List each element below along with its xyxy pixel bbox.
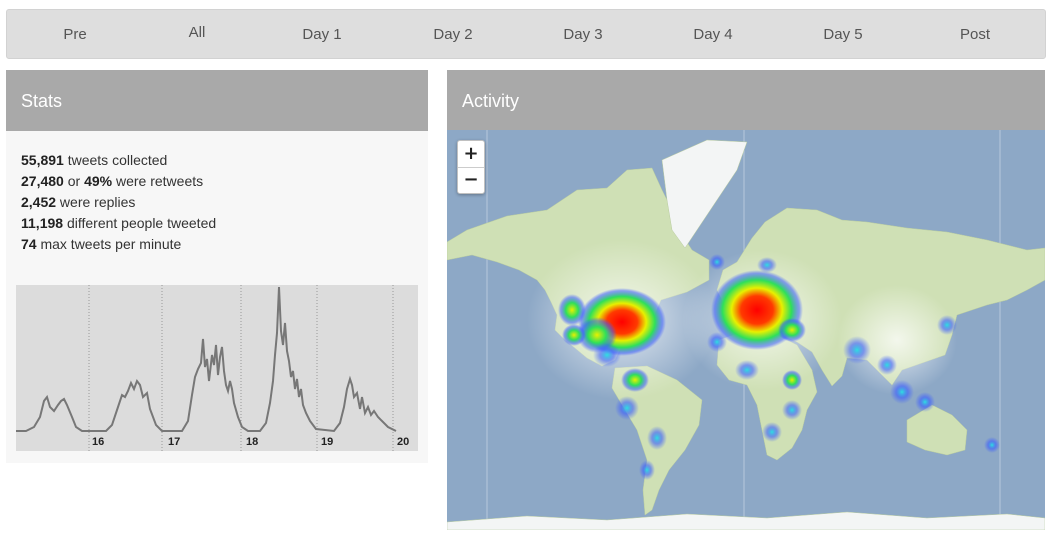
- activity-heatmap-map[interactable]: + −: [447, 130, 1045, 530]
- tab-post[interactable]: Post: [920, 10, 1030, 58]
- stats-panel: Stats 55,891 tweets collected 27,480 or …: [6, 70, 428, 463]
- world-map: [447, 130, 1045, 530]
- chart-label-19: 19: [321, 436, 333, 448]
- activity-panel-title: Activity: [447, 70, 1045, 131]
- stat-max-per-minute: 74 max tweets per minute: [21, 236, 182, 252]
- tab-all[interactable]: All: [142, 10, 252, 58]
- tab-day-2[interactable]: Day 2: [398, 10, 508, 58]
- chart-label-18: 18: [246, 436, 258, 448]
- tab-day-5[interactable]: Day 5: [788, 10, 898, 58]
- chart-label-17: 17: [168, 436, 180, 448]
- tab-day-1[interactable]: Day 1: [267, 10, 377, 58]
- tab-pre[interactable]: Pre: [20, 10, 130, 58]
- day-tab-bar: Pre All Day 1 Day 2 Day 3 Day 4 Day 5 Po…: [6, 9, 1046, 59]
- tab-day-3[interactable]: Day 3: [528, 10, 638, 58]
- tab-day-4[interactable]: Day 4: [658, 10, 768, 58]
- map-zoom-control: + −: [457, 140, 485, 194]
- activity-panel: Activity + −: [447, 70, 1045, 530]
- stat-retweets: 27,480 or 49% were retweets: [21, 173, 204, 189]
- stat-replies: 2,452 were replies: [21, 194, 136, 210]
- stat-tweets-collected: 55,891 tweets collected: [21, 152, 168, 168]
- zoom-in-button[interactable]: +: [458, 141, 484, 167]
- tweet-volume-chart: 16 17 18 19 20: [16, 285, 418, 451]
- chart-label-16: 16: [92, 436, 104, 448]
- chart-label-20: 20: [397, 436, 409, 448]
- zoom-out-button[interactable]: −: [458, 167, 484, 193]
- stats-panel-title: Stats: [6, 70, 428, 131]
- stat-people: 11,198 different people tweeted: [21, 215, 217, 231]
- stats-summary: 55,891 tweets collected 27,480 or 49% we…: [21, 150, 216, 255]
